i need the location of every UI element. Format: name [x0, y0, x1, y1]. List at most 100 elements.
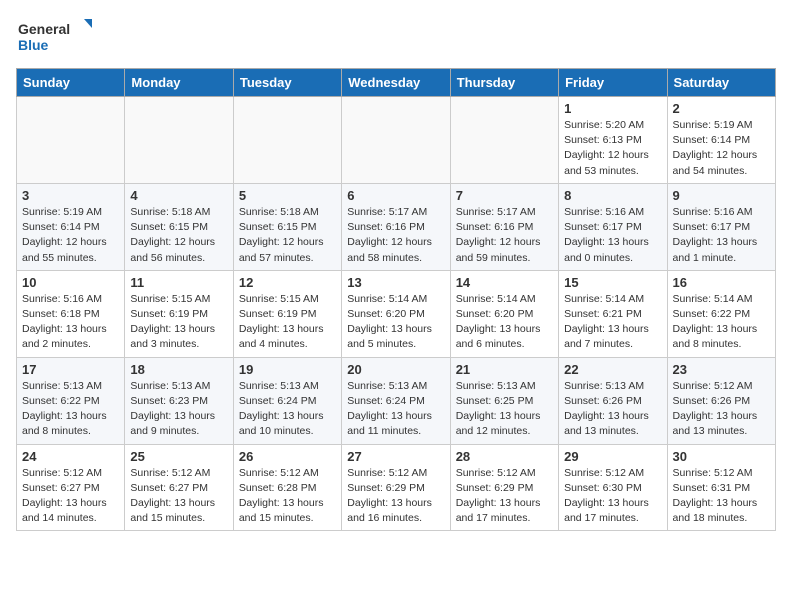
calendar-day-22: 22 Sunrise: 5:13 AMSunset: 6:26 PMDayligh…: [559, 357, 667, 444]
day-detail: Sunrise: 5:12 AMSunset: 6:31 PMDaylight:…: [673, 466, 770, 527]
calendar-day-4: 4 Sunrise: 5:18 AMSunset: 6:15 PMDaylight…: [125, 183, 233, 270]
calendar-empty-cell: [342, 97, 450, 184]
day-detail: Sunrise: 5:13 AMSunset: 6:26 PMDaylight:…: [564, 379, 661, 440]
calendar-day-25: 25 Sunrise: 5:12 AMSunset: 6:27 PMDayligh…: [125, 444, 233, 531]
calendar-week-row: 10 Sunrise: 5:16 AMSunset: 6:18 PMDayligh…: [17, 270, 776, 357]
calendar-day-24: 24 Sunrise: 5:12 AMSunset: 6:27 PMDayligh…: [17, 444, 125, 531]
day-detail: Sunrise: 5:15 AMSunset: 6:19 PMDaylight:…: [239, 292, 336, 353]
day-detail: Sunrise: 5:14 AMSunset: 6:21 PMDaylight:…: [564, 292, 661, 353]
calendar-empty-cell: [450, 97, 558, 184]
day-detail: Sunrise: 5:12 AMSunset: 6:29 PMDaylight:…: [456, 466, 553, 527]
day-number: 20: [347, 362, 444, 377]
day-number: 19: [239, 362, 336, 377]
day-detail: Sunrise: 5:18 AMSunset: 6:15 PMDaylight:…: [239, 205, 336, 266]
calendar-day-3: 3 Sunrise: 5:19 AMSunset: 6:14 PMDaylight…: [17, 183, 125, 270]
weekday-header-monday: Monday: [125, 69, 233, 97]
day-number: 6: [347, 188, 444, 203]
day-detail: Sunrise: 5:14 AMSunset: 6:20 PMDaylight:…: [347, 292, 444, 353]
day-detail: Sunrise: 5:18 AMSunset: 6:15 PMDaylight:…: [130, 205, 227, 266]
day-number: 2: [673, 101, 770, 116]
calendar-empty-cell: [125, 97, 233, 184]
day-detail: Sunrise: 5:12 AMSunset: 6:27 PMDaylight:…: [22, 466, 119, 527]
logo-svg: General Blue: [16, 16, 96, 56]
calendar-day-8: 8 Sunrise: 5:16 AMSunset: 6:17 PMDaylight…: [559, 183, 667, 270]
logo-row: General Blue: [16, 16, 96, 56]
calendar-day-6: 6 Sunrise: 5:17 AMSunset: 6:16 PMDaylight…: [342, 183, 450, 270]
day-number: 30: [673, 449, 770, 464]
calendar-day-7: 7 Sunrise: 5:17 AMSunset: 6:16 PMDaylight…: [450, 183, 558, 270]
day-number: 15: [564, 275, 661, 290]
day-number: 18: [130, 362, 227, 377]
calendar-day-2: 2 Sunrise: 5:19 AMSunset: 6:14 PMDaylight…: [667, 97, 775, 184]
weekday-header-row: SundayMondayTuesdayWednesdayThursdayFrid…: [17, 69, 776, 97]
calendar-day-28: 28 Sunrise: 5:12 AMSunset: 6:29 PMDayligh…: [450, 444, 558, 531]
day-detail: Sunrise: 5:17 AMSunset: 6:16 PMDaylight:…: [456, 205, 553, 266]
day-detail: Sunrise: 5:13 AMSunset: 6:24 PMDaylight:…: [239, 379, 336, 440]
day-number: 8: [564, 188, 661, 203]
day-number: 13: [347, 275, 444, 290]
day-detail: Sunrise: 5:12 AMSunset: 6:26 PMDaylight:…: [673, 379, 770, 440]
day-number: 24: [22, 449, 119, 464]
day-detail: Sunrise: 5:14 AMSunset: 6:20 PMDaylight:…: [456, 292, 553, 353]
calendar-day-16: 16 Sunrise: 5:14 AMSunset: 6:22 PMDayligh…: [667, 270, 775, 357]
day-detail: Sunrise: 5:17 AMSunset: 6:16 PMDaylight:…: [347, 205, 444, 266]
weekday-header-tuesday: Tuesday: [233, 69, 341, 97]
day-detail: Sunrise: 5:19 AMSunset: 6:14 PMDaylight:…: [673, 118, 770, 179]
day-number: 21: [456, 362, 553, 377]
day-detail: Sunrise: 5:13 AMSunset: 6:25 PMDaylight:…: [456, 379, 553, 440]
day-number: 7: [456, 188, 553, 203]
calendar-day-13: 13 Sunrise: 5:14 AMSunset: 6:20 PMDayligh…: [342, 270, 450, 357]
calendar-day-19: 19 Sunrise: 5:13 AMSunset: 6:24 PMDayligh…: [233, 357, 341, 444]
day-number: 11: [130, 275, 227, 290]
day-number: 23: [673, 362, 770, 377]
day-number: 26: [239, 449, 336, 464]
day-number: 17: [22, 362, 119, 377]
day-detail: Sunrise: 5:13 AMSunset: 6:23 PMDaylight:…: [130, 379, 227, 440]
weekday-header-saturday: Saturday: [667, 69, 775, 97]
day-detail: Sunrise: 5:13 AMSunset: 6:24 PMDaylight:…: [347, 379, 444, 440]
calendar-day-18: 18 Sunrise: 5:13 AMSunset: 6:23 PMDayligh…: [125, 357, 233, 444]
calendar-day-20: 20 Sunrise: 5:13 AMSunset: 6:24 PMDayligh…: [342, 357, 450, 444]
day-number: 4: [130, 188, 227, 203]
day-number: 28: [456, 449, 553, 464]
day-detail: Sunrise: 5:15 AMSunset: 6:19 PMDaylight:…: [130, 292, 227, 353]
weekday-header-wednesday: Wednesday: [342, 69, 450, 97]
calendar-day-12: 12 Sunrise: 5:15 AMSunset: 6:19 PMDayligh…: [233, 270, 341, 357]
day-detail: Sunrise: 5:14 AMSunset: 6:22 PMDaylight:…: [673, 292, 770, 353]
logo: General Blue: [16, 16, 96, 56]
calendar-day-17: 17 Sunrise: 5:13 AMSunset: 6:22 PMDayligh…: [17, 357, 125, 444]
calendar-week-row: 17 Sunrise: 5:13 AMSunset: 6:22 PMDayligh…: [17, 357, 776, 444]
day-detail: Sunrise: 5:19 AMSunset: 6:14 PMDaylight:…: [22, 205, 119, 266]
day-number: 10: [22, 275, 119, 290]
day-number: 16: [673, 275, 770, 290]
calendar-empty-cell: [17, 97, 125, 184]
day-number: 22: [564, 362, 661, 377]
calendar-day-29: 29 Sunrise: 5:12 AMSunset: 6:30 PMDayligh…: [559, 444, 667, 531]
header: General Blue: [16, 16, 776, 56]
day-number: 9: [673, 188, 770, 203]
calendar-empty-cell: [233, 97, 341, 184]
day-detail: Sunrise: 5:12 AMSunset: 6:30 PMDaylight:…: [564, 466, 661, 527]
calendar-day-23: 23 Sunrise: 5:12 AMSunset: 6:26 PMDayligh…: [667, 357, 775, 444]
day-number: 12: [239, 275, 336, 290]
calendar-day-9: 9Sunrise: 5:16 AMSunset: 6:17 PMDaylight…: [667, 183, 775, 270]
calendar-week-row: 24 Sunrise: 5:12 AMSunset: 6:27 PMDayligh…: [17, 444, 776, 531]
day-detail: Sunrise: 5:16 AMSunset: 6:18 PMDaylight:…: [22, 292, 119, 353]
svg-text:Blue: Blue: [18, 37, 49, 53]
calendar-day-26: 26 Sunrise: 5:12 AMSunset: 6:28 PMDayligh…: [233, 444, 341, 531]
calendar-day-5: 5Sunrise: 5:18 AMSunset: 6:15 PMDaylight…: [233, 183, 341, 270]
day-number: 3: [22, 188, 119, 203]
calendar-day-1: 1Sunrise: 5:20 AMSunset: 6:13 PMDaylight…: [559, 97, 667, 184]
calendar-day-15: 15 Sunrise: 5:14 AMSunset: 6:21 PMDayligh…: [559, 270, 667, 357]
calendar-week-row: 1Sunrise: 5:20 AMSunset: 6:13 PMDaylight…: [17, 97, 776, 184]
day-detail: Sunrise: 5:16 AMSunset: 6:17 PMDaylight:…: [564, 205, 661, 266]
calendar-week-row: 3 Sunrise: 5:19 AMSunset: 6:14 PMDaylight…: [17, 183, 776, 270]
day-detail: Sunrise: 5:12 AMSunset: 6:27 PMDaylight:…: [130, 466, 227, 527]
calendar-day-11: 11 Sunrise: 5:15 AMSunset: 6:19 PMDayligh…: [125, 270, 233, 357]
day-detail: Sunrise: 5:12 AMSunset: 6:28 PMDaylight:…: [239, 466, 336, 527]
day-number: 25: [130, 449, 227, 464]
day-number: 29: [564, 449, 661, 464]
day-number: 1: [564, 101, 661, 116]
weekday-header-friday: Friday: [559, 69, 667, 97]
day-detail: Sunrise: 5:13 AMSunset: 6:22 PMDaylight:…: [22, 379, 119, 440]
